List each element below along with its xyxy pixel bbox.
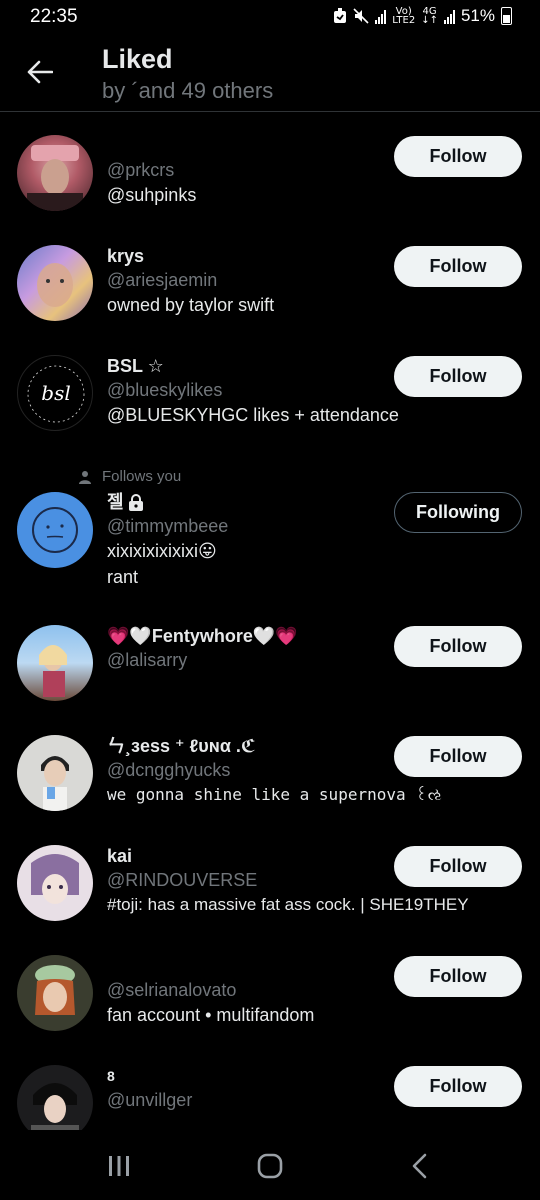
user-bio: @suhpinks (107, 185, 197, 205)
page-title: Liked (102, 44, 173, 74)
follow-button[interactable]: Follow (394, 956, 522, 997)
list-item[interactable]: bsl BSL ☆ @blueskylikes @BLUESKYHGC like… (0, 332, 540, 442)
home-icon (257, 1153, 283, 1179)
network-type-indicator: 4G ↓↑ (421, 6, 438, 26)
list-item[interactable]: 💗🤍Fentywhore🤍💗 @lalisarry Follow (0, 602, 540, 712)
svg-text:bsl: bsl (41, 381, 70, 405)
user-bio: @BLUESKYHGC likes + attendance (107, 405, 399, 425)
follow-button[interactable]: Follow (394, 626, 522, 667)
recent-apps-icon (109, 1156, 129, 1176)
avatar[interactable] (17, 492, 93, 568)
follow-button[interactable]: Follow (394, 1066, 522, 1107)
clock: 22:35 (30, 6, 78, 27)
list-item[interactable]: krys @ariesjaemin owned by taylor swift … (0, 222, 540, 332)
back-nav-button[interactable] (400, 1150, 440, 1182)
list-item[interactable]: Follows you 젤 @timmymbeee xixixixixixixi… (0, 442, 540, 602)
user-bio: fan account • multifandom (107, 1005, 315, 1025)
status-bar: 22:35 Vo) LTE2 4G ↓↑ 51% (0, 0, 540, 34)
battery-percent: 51% (460, 6, 495, 25)
list-item[interactable]: @prkcrs @suhpinks Follow (0, 112, 540, 222)
follow-button[interactable]: Follow (394, 736, 522, 777)
signal-icon (375, 8, 387, 24)
home-button[interactable] (250, 1150, 290, 1182)
header: Liked by ´and 49 others (0, 34, 540, 112)
list-item[interactable]: kai @RINDOUVERSE #toji: has a massive fa… (0, 822, 540, 932)
follow-button[interactable]: Follow (394, 136, 522, 177)
system-nav-bar (0, 1130, 540, 1200)
list-item[interactable]: 8 @unvillger Follow (0, 1042, 540, 1141)
back-button[interactable] (22, 54, 58, 90)
avatar[interactable] (17, 625, 93, 701)
follow-button[interactable]: Follow (394, 846, 522, 887)
avatar[interactable] (17, 245, 93, 321)
list-item[interactable]: ㄣ¸ɜess ⁺ ℓυɴα .ℭ @dcngghyucks we gonna s… (0, 712, 540, 822)
user-bio: #toji: has a massive fat ass cock. | SHE… (107, 895, 469, 914)
arrow-left-icon (27, 60, 53, 84)
list-item[interactable]: @selrianalovato fan account • multifando… (0, 932, 540, 1042)
user-bio: owned by taylor swift (107, 295, 275, 315)
avatar[interactable]: bsl (17, 355, 93, 431)
recent-apps-button[interactable] (99, 1150, 139, 1182)
follows-you-indicator: Follows you (78, 468, 181, 485)
user-bio: xixixixixixixi😛 (107, 541, 217, 561)
status-icons: Vo) LTE2 4G ↓↑ 51% (333, 6, 512, 26)
user-bio-line2: rant (107, 567, 139, 587)
user-name-text: 젤 (107, 492, 124, 512)
chevron-left-icon (412, 1153, 427, 1179)
avatar[interactable] (17, 135, 93, 211)
battery-icon (501, 7, 512, 25)
person-icon (79, 470, 91, 484)
avatar[interactable] (17, 845, 93, 921)
alarm-icon (333, 6, 347, 26)
follows-you-label: Follows you (102, 468, 182, 485)
page-subtitle: by ´and 49 others (102, 78, 274, 103)
mute-icon (353, 6, 369, 26)
avatar[interactable] (17, 955, 93, 1031)
avatar[interactable] (17, 735, 93, 811)
follow-button[interactable]: Follow (394, 356, 522, 397)
volte-indicator: Vo) LTE2 (392, 6, 416, 26)
signal-icon-2 (443, 8, 455, 24)
user-bio: we gonna shine like a supernova ꒰ઌ (107, 785, 442, 804)
lock-icon (128, 493, 143, 511)
following-button[interactable]: Following (394, 492, 522, 533)
follow-button[interactable]: Follow (394, 246, 522, 287)
